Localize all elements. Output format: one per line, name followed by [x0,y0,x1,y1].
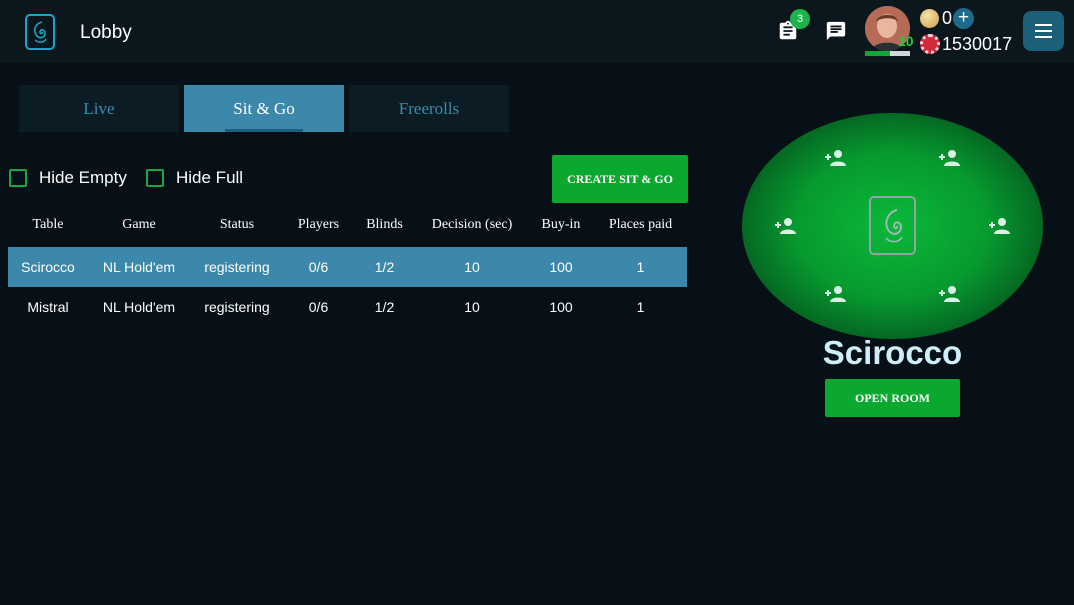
chat-icon[interactable] [823,18,849,44]
tab-sit-and-go[interactable]: Sit & Go [184,85,344,132]
column-header[interactable]: Blinds [353,217,416,233]
checkbox-box[interactable] [146,169,164,187]
column-header[interactable]: Game [88,217,190,233]
menu-icon [1035,24,1052,26]
player-level: 10 [898,33,914,49]
add-player-icon[interactable] [938,148,962,168]
table-cell: 100 [549,299,573,315]
table-cell: 0/6 [308,299,329,315]
table-cell: NL Hold'em [102,299,176,315]
table-cell: 100 [549,259,573,275]
column-header[interactable]: Buy-in [528,217,594,233]
page-title: Lobby [80,22,132,43]
coin-icon [920,9,939,28]
plus-icon: + [957,7,970,28]
add-player-icon[interactable] [774,216,798,236]
chip-icon [920,34,940,54]
coin-balance: 0 [942,8,953,28]
hide-full-checkbox[interactable]: Hide Full [146,168,243,188]
menu-button[interactable] [1023,11,1064,51]
open-room-button[interactable]: OPEN ROOM [825,379,960,417]
xp-progress-bar [865,51,910,56]
table-cell: 10 [464,299,480,315]
table-cell: NL Hold'em [102,259,176,275]
column-header[interactable]: Players [284,217,353,233]
table-row[interactable]: Scirocco NL Hold'em registering 0/6 1/2 … [8,247,687,287]
add-player-icon[interactable] [988,216,1012,236]
add-coins-button[interactable]: + [953,8,974,29]
logo-icon[interactable] [25,14,55,50]
add-player-icon[interactable] [824,284,848,304]
column-header[interactable]: Status [190,217,284,233]
tournament-table: Table Game Status Players Blinds Decisio… [8,205,687,327]
table-cell: 0/6 [308,259,329,275]
column-header[interactable]: Table [8,217,88,233]
xp-progress-fill [865,51,890,56]
create-sit-and-go-button[interactable]: CREATE SIT & GO [552,155,688,203]
table-cell: 10 [464,259,480,275]
table-header: Table Game Status Players Blinds Decisio… [8,205,687,245]
table-cell: 1 [636,259,645,275]
top-bar: Lobby 3 10 0 + 1530017 [0,0,1074,63]
hide-empty-checkbox[interactable]: Hide Empty [9,168,127,188]
table-cell: 1/2 [374,299,395,315]
chip-balance: 1530017 [942,34,1013,54]
table-cell: 1 [636,299,645,315]
tab-live[interactable]: Live [19,85,179,132]
notifications-badge: 3 [790,9,810,29]
hide-full-label: Hide Full [176,168,244,187]
selected-table-name: Scirocco [822,334,963,371]
add-player-icon[interactable] [938,284,962,304]
table-cell: registering [204,259,270,275]
checkbox-box[interactable] [9,169,27,187]
table-row[interactable]: Mistral NL Hold'em registering 0/6 1/2 1… [8,287,687,327]
add-player-icon[interactable] [824,148,848,168]
column-header[interactable]: Places paid [594,217,687,233]
hide-empty-label: Hide Empty [39,168,127,187]
table-cell: registering [204,299,270,315]
table-cell: 1/2 [374,259,395,275]
table-logo-icon [869,196,916,255]
column-header[interactable]: Decision (sec) [416,217,528,233]
tab-freerolls[interactable]: Freerolls [349,85,509,132]
table-cell: Scirocco [21,259,75,275]
table-cell: Mistral [27,299,69,315]
